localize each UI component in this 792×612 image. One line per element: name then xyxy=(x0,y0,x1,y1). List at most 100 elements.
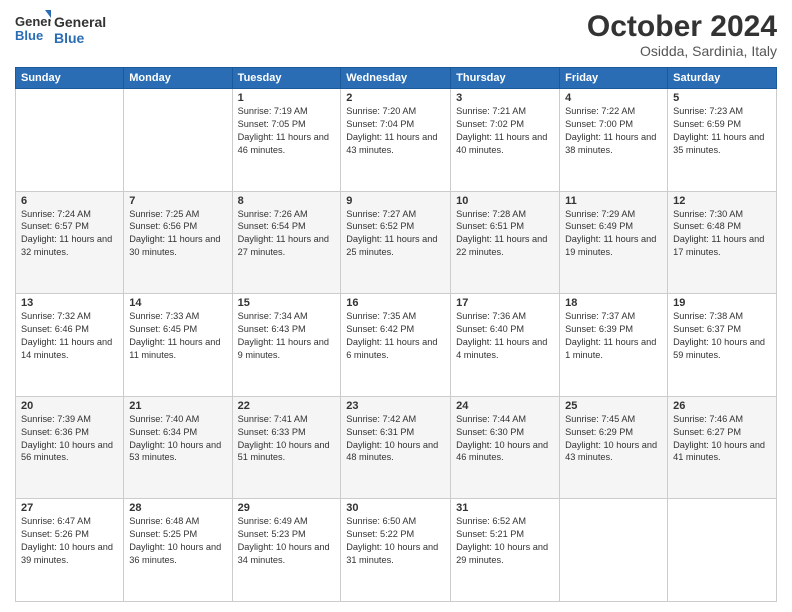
svg-text:Blue: Blue xyxy=(15,28,43,43)
day-number: 1 xyxy=(238,92,336,104)
cell-4-5 xyxy=(560,499,668,602)
day-number: 17 xyxy=(456,297,554,309)
cell-2-2: 15Sunrise: 7:34 AM Sunset: 6:43 PM Dayli… xyxy=(232,294,341,397)
cell-1-3: 9Sunrise: 7:27 AM Sunset: 6:52 PM Daylig… xyxy=(341,191,451,294)
day-info: Sunrise: 7:23 AM Sunset: 6:59 PM Dayligh… xyxy=(673,105,771,157)
header-monday: Monday xyxy=(124,68,232,89)
cell-0-5: 4Sunrise: 7:22 AM Sunset: 7:00 PM Daylig… xyxy=(560,89,668,192)
logo: General Blue General Blue xyxy=(15,10,106,51)
week-row-2: 13Sunrise: 7:32 AM Sunset: 6:46 PM Dayli… xyxy=(16,294,777,397)
week-row-0: 1Sunrise: 7:19 AM Sunset: 7:05 PM Daylig… xyxy=(16,89,777,192)
header-friday: Friday xyxy=(560,68,668,89)
cell-0-6: 5Sunrise: 7:23 AM Sunset: 6:59 PM Daylig… xyxy=(668,89,777,192)
day-info: Sunrise: 7:26 AM Sunset: 6:54 PM Dayligh… xyxy=(238,208,336,260)
day-number: 19 xyxy=(673,297,771,309)
day-number: 15 xyxy=(238,297,336,309)
day-number: 16 xyxy=(346,297,445,309)
logo-general: General xyxy=(54,15,106,30)
cell-1-5: 11Sunrise: 7:29 AM Sunset: 6:49 PM Dayli… xyxy=(560,191,668,294)
cell-2-6: 19Sunrise: 7:38 AM Sunset: 6:37 PM Dayli… xyxy=(668,294,777,397)
cell-3-0: 20Sunrise: 7:39 AM Sunset: 6:36 PM Dayli… xyxy=(16,396,124,499)
week-row-3: 20Sunrise: 7:39 AM Sunset: 6:36 PM Dayli… xyxy=(16,396,777,499)
day-info: Sunrise: 7:41 AM Sunset: 6:33 PM Dayligh… xyxy=(238,413,336,465)
cell-1-6: 12Sunrise: 7:30 AM Sunset: 6:48 PM Dayli… xyxy=(668,191,777,294)
cell-1-1: 7Sunrise: 7:25 AM Sunset: 6:56 PM Daylig… xyxy=(124,191,232,294)
cell-2-3: 16Sunrise: 7:35 AM Sunset: 6:42 PM Dayli… xyxy=(341,294,451,397)
day-info: Sunrise: 7:25 AM Sunset: 6:56 PM Dayligh… xyxy=(129,208,226,260)
day-info: Sunrise: 7:44 AM Sunset: 6:30 PM Dayligh… xyxy=(456,413,554,465)
svg-text:General: General xyxy=(15,14,51,29)
cell-4-4: 31Sunrise: 6:52 AM Sunset: 5:21 PM Dayli… xyxy=(451,499,560,602)
cell-0-1 xyxy=(124,89,232,192)
day-info: Sunrise: 7:29 AM Sunset: 6:49 PM Dayligh… xyxy=(565,208,662,260)
page: General Blue General Blue October 2024 O… xyxy=(0,0,792,612)
title-block: October 2024 Osidda, Sardinia, Italy xyxy=(587,10,777,59)
header-saturday: Saturday xyxy=(668,68,777,89)
weekday-header-row: Sunday Monday Tuesday Wednesday Thursday… xyxy=(16,68,777,89)
day-number: 8 xyxy=(238,195,336,207)
day-number: 28 xyxy=(129,502,226,514)
day-number: 24 xyxy=(456,400,554,412)
day-number: 22 xyxy=(238,400,336,412)
header-wednesday: Wednesday xyxy=(341,68,451,89)
logo-blue: Blue xyxy=(54,31,106,46)
day-number: 11 xyxy=(565,195,662,207)
day-info: Sunrise: 7:46 AM Sunset: 6:27 PM Dayligh… xyxy=(673,413,771,465)
cell-1-0: 6Sunrise: 7:24 AM Sunset: 6:57 PM Daylig… xyxy=(16,191,124,294)
day-number: 20 xyxy=(21,400,118,412)
day-number: 2 xyxy=(346,92,445,104)
day-info: Sunrise: 6:50 AM Sunset: 5:22 PM Dayligh… xyxy=(346,515,445,567)
header: General Blue General Blue October 2024 O… xyxy=(15,10,777,59)
day-info: Sunrise: 7:19 AM Sunset: 7:05 PM Dayligh… xyxy=(238,105,336,157)
cell-2-4: 17Sunrise: 7:36 AM Sunset: 6:40 PM Dayli… xyxy=(451,294,560,397)
day-number: 31 xyxy=(456,502,554,514)
week-row-1: 6Sunrise: 7:24 AM Sunset: 6:57 PM Daylig… xyxy=(16,191,777,294)
day-info: Sunrise: 7:35 AM Sunset: 6:42 PM Dayligh… xyxy=(346,310,445,362)
day-number: 27 xyxy=(21,502,118,514)
day-number: 7 xyxy=(129,195,226,207)
day-info: Sunrise: 7:30 AM Sunset: 6:48 PM Dayligh… xyxy=(673,208,771,260)
day-info: Sunrise: 6:52 AM Sunset: 5:21 PM Dayligh… xyxy=(456,515,554,567)
cell-3-3: 23Sunrise: 7:42 AM Sunset: 6:31 PM Dayli… xyxy=(341,396,451,499)
cell-4-0: 27Sunrise: 6:47 AM Sunset: 5:26 PM Dayli… xyxy=(16,499,124,602)
cell-4-3: 30Sunrise: 6:50 AM Sunset: 5:22 PM Dayli… xyxy=(341,499,451,602)
cell-4-6 xyxy=(668,499,777,602)
calendar-table: Sunday Monday Tuesday Wednesday Thursday… xyxy=(15,67,777,602)
day-info: Sunrise: 7:21 AM Sunset: 7:02 PM Dayligh… xyxy=(456,105,554,157)
day-number: 6 xyxy=(21,195,118,207)
week-row-4: 27Sunrise: 6:47 AM Sunset: 5:26 PM Dayli… xyxy=(16,499,777,602)
day-number: 10 xyxy=(456,195,554,207)
day-info: Sunrise: 7:38 AM Sunset: 6:37 PM Dayligh… xyxy=(673,310,771,362)
location: Osidda, Sardinia, Italy xyxy=(587,43,777,59)
month-year: October 2024 xyxy=(587,10,777,43)
day-info: Sunrise: 7:22 AM Sunset: 7:00 PM Dayligh… xyxy=(565,105,662,157)
cell-0-3: 2Sunrise: 7:20 AM Sunset: 7:04 PM Daylig… xyxy=(341,89,451,192)
day-number: 14 xyxy=(129,297,226,309)
day-number: 3 xyxy=(456,92,554,104)
day-number: 12 xyxy=(673,195,771,207)
day-info: Sunrise: 7:39 AM Sunset: 6:36 PM Dayligh… xyxy=(21,413,118,465)
day-info: Sunrise: 7:34 AM Sunset: 6:43 PM Dayligh… xyxy=(238,310,336,362)
cell-1-2: 8Sunrise: 7:26 AM Sunset: 6:54 PM Daylig… xyxy=(232,191,341,294)
cell-3-6: 26Sunrise: 7:46 AM Sunset: 6:27 PM Dayli… xyxy=(668,396,777,499)
day-info: Sunrise: 7:32 AM Sunset: 6:46 PM Dayligh… xyxy=(21,310,118,362)
header-sunday: Sunday xyxy=(16,68,124,89)
cell-2-1: 14Sunrise: 7:33 AM Sunset: 6:45 PM Dayli… xyxy=(124,294,232,397)
day-info: Sunrise: 7:42 AM Sunset: 6:31 PM Dayligh… xyxy=(346,413,445,465)
day-number: 4 xyxy=(565,92,662,104)
cell-3-5: 25Sunrise: 7:45 AM Sunset: 6:29 PM Dayli… xyxy=(560,396,668,499)
day-number: 13 xyxy=(21,297,118,309)
day-info: Sunrise: 7:24 AM Sunset: 6:57 PM Dayligh… xyxy=(21,208,118,260)
cell-2-5: 18Sunrise: 7:37 AM Sunset: 6:39 PM Dayli… xyxy=(560,294,668,397)
day-info: Sunrise: 7:20 AM Sunset: 7:04 PM Dayligh… xyxy=(346,105,445,157)
day-number: 26 xyxy=(673,400,771,412)
cell-4-2: 29Sunrise: 6:49 AM Sunset: 5:23 PM Dayli… xyxy=(232,499,341,602)
day-info: Sunrise: 7:28 AM Sunset: 6:51 PM Dayligh… xyxy=(456,208,554,260)
day-number: 18 xyxy=(565,297,662,309)
day-info: Sunrise: 7:27 AM Sunset: 6:52 PM Dayligh… xyxy=(346,208,445,260)
cell-0-4: 3Sunrise: 7:21 AM Sunset: 7:02 PM Daylig… xyxy=(451,89,560,192)
day-info: Sunrise: 6:47 AM Sunset: 5:26 PM Dayligh… xyxy=(21,515,118,567)
day-number: 9 xyxy=(346,195,445,207)
day-info: Sunrise: 7:37 AM Sunset: 6:39 PM Dayligh… xyxy=(565,310,662,362)
cell-3-1: 21Sunrise: 7:40 AM Sunset: 6:34 PM Dayli… xyxy=(124,396,232,499)
